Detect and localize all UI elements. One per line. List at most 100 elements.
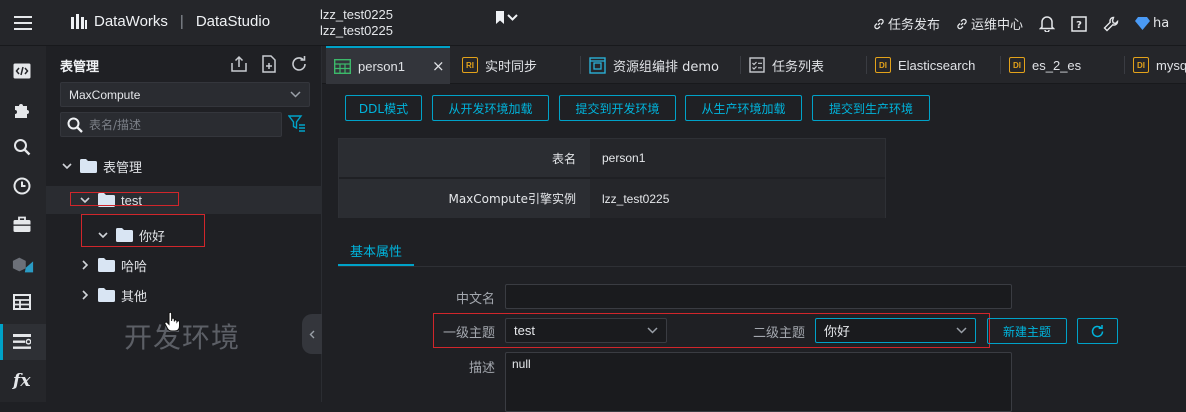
realtime-icon: RI	[462, 57, 478, 73]
ops-center-link[interactable]: 运维中心	[956, 14, 1023, 33]
tab-task-list[interactable]: 任务列表	[749, 46, 824, 84]
tree-node-haha[interactable]: 哈哈	[46, 251, 322, 279]
engine-select-value: MaxCompute	[69, 87, 141, 102]
checklist-icon	[749, 57, 765, 73]
tab-resource-group[interactable]: 资源组编排 demo	[589, 46, 719, 84]
tree-node-label: 其他	[121, 289, 148, 305]
brand-divider: |	[179, 13, 184, 30]
data-integration-icon: DI	[875, 57, 891, 73]
project-dropdown[interactable]	[495, 11, 518, 24]
tree-node-root[interactable]: 表管理	[46, 152, 322, 180]
cube-icon[interactable]	[12, 254, 34, 276]
svg-text:fx: fx	[12, 371, 31, 389]
filter-icon[interactable]	[288, 114, 306, 132]
chevron-down-icon	[956, 327, 967, 334]
tab-es-2-es[interactable]: DI es_2_es	[1009, 46, 1081, 84]
top-right-nav: 任务发布 运维中心 ? ha	[873, 14, 1169, 33]
data-integration-icon: DI	[1009, 57, 1025, 73]
bell-icon[interactable]	[1039, 15, 1056, 32]
project-selector[interactable]: lzz_test0225 lzz_test0225	[320, 7, 393, 39]
submit-to-prod-button[interactable]: 提交到生产环境	[812, 95, 930, 121]
brand[interactable]: DataWorks | DataStudio	[70, 13, 270, 30]
info-value: person1	[590, 139, 885, 177]
cn-name-input[interactable]	[505, 284, 1012, 309]
refresh-icon	[1091, 324, 1104, 337]
ddl-mode-button[interactable]: DDL模式	[345, 95, 422, 121]
description-textarea[interactable]: null	[505, 352, 1012, 412]
collapse-panel-button[interactable]	[302, 314, 322, 354]
panel-title: 表管理	[60, 60, 100, 75]
briefcase-icon[interactable]	[11, 213, 33, 235]
code-icon[interactable]	[11, 60, 33, 82]
refresh-topics-button[interactable]	[1077, 318, 1118, 344]
editor-tab-bar: person1 × RI 实时同步 资源组编排 demo 任务列表 DI Ela…	[322, 46, 1186, 84]
submit-to-dev-button[interactable]: 提交到开发环境	[559, 95, 676, 121]
user-name: ha	[1153, 16, 1170, 31]
wrench-icon[interactable]	[1103, 16, 1119, 32]
info-label: 表名	[339, 139, 590, 177]
load-from-dev-button[interactable]: 从开发环境加载	[432, 95, 549, 121]
table-management-panel: 表管理 MaxCompute 表管理 test 你好 哈哈	[46, 46, 322, 402]
hand-cursor-icon	[164, 312, 180, 332]
environment-watermark: 开发环境	[124, 321, 241, 354]
resource-icon	[589, 56, 606, 74]
chevron-down-icon	[507, 13, 518, 21]
tab-label: es_2_es	[1032, 57, 1082, 73]
level2-topic-select[interactable]: 你好	[815, 318, 976, 343]
level2-topic-label: 二级主题	[752, 326, 805, 341]
puzzle-icon[interactable]	[11, 99, 33, 121]
publish-link[interactable]: 任务发布	[873, 14, 940, 33]
new-file-icon[interactable]	[260, 55, 278, 73]
chevron-right-icon[interactable]	[78, 288, 92, 302]
engine-select[interactable]: MaxCompute	[60, 82, 310, 107]
folder-icon	[98, 288, 115, 302]
cn-name-label: 中文名	[455, 292, 495, 307]
tab-label: mysq	[1156, 57, 1186, 73]
data-integration-icon: DI	[1133, 57, 1149, 73]
table-search-input[interactable]	[89, 117, 269, 132]
level1-topic-select[interactable]: test	[505, 318, 667, 343]
info-value: lzz_test0225	[590, 179, 885, 218]
top-bar: DataWorks | DataStudio lzz_test0225 lzz_…	[0, 0, 1186, 46]
ops-center-label: 运维中心	[971, 18, 1024, 33]
tab-label: 实时同步	[485, 59, 538, 75]
tree-node-other[interactable]: 其他	[46, 281, 322, 309]
info-label: MaxCompute引擎实例	[339, 179, 590, 218]
tab-elasticsearch[interactable]: DI Elasticsearch	[875, 46, 975, 84]
tab-basic-properties[interactable]: 基本属性	[338, 236, 414, 266]
level1-topic-label: 一级主题	[442, 326, 495, 341]
project-display-name: lzz_test0225	[320, 23, 393, 38]
level2-topic-value: 你好	[824, 325, 851, 340]
diamond-icon	[1135, 17, 1151, 30]
tab-mysql[interactable]: DI mysq	[1133, 46, 1186, 84]
tab-label: Elasticsearch	[898, 57, 976, 73]
clock-icon[interactable]	[11, 175, 33, 197]
import-icon[interactable]	[230, 55, 248, 73]
svg-text:?: ?	[1076, 20, 1082, 31]
chevron-down-icon[interactable]	[60, 159, 74, 173]
function-icon[interactable]: fx	[11, 369, 33, 391]
info-row-table-name: 表名 person1	[339, 139, 885, 178]
tab-label: person1	[358, 58, 405, 74]
chevron-down-icon	[290, 91, 301, 98]
bookmark-icon	[496, 11, 504, 24]
left-rail: fx	[0, 46, 46, 402]
table-icon[interactable]	[11, 291, 33, 313]
user-menu[interactable]: ha	[1135, 16, 1169, 31]
close-icon[interactable]: ×	[432, 57, 445, 75]
table-info: 表名 person1 MaxCompute引擎实例 lzz_test0225	[338, 138, 886, 218]
refresh-icon[interactable]	[290, 55, 308, 73]
chevron-down-icon	[647, 327, 658, 334]
help-icon[interactable]: ?	[1071, 15, 1087, 32]
tree-node-label: 哈哈	[121, 259, 148, 275]
project-name: lzz_test0225	[320, 7, 393, 22]
chevron-right-icon[interactable]	[78, 258, 92, 272]
tab-realtime-sync[interactable]: RI 实时同步	[462, 46, 537, 84]
search-icon[interactable]	[11, 136, 33, 158]
table-manage-icon[interactable]	[11, 331, 33, 353]
panel-toolbar	[230, 55, 308, 73]
load-from-prod-button[interactable]: 从生产环境加载	[685, 95, 802, 121]
hamburger-menu-icon[interactable]	[0, 0, 46, 46]
tab-person1[interactable]: person1 ×	[326, 46, 450, 84]
new-topic-button[interactable]: 新建主题	[987, 318, 1067, 344]
